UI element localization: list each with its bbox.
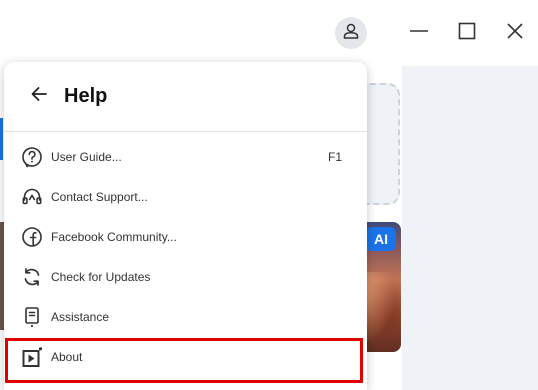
menu-item-facebook-community[interactable]: Facebook Community...: [4, 217, 367, 257]
menu-label: Assistance: [51, 310, 110, 324]
menu-label: Check for Updates: [51, 270, 151, 284]
user-icon: [342, 22, 360, 45]
maximize-button[interactable]: [452, 18, 482, 48]
close-button[interactable]: [500, 18, 530, 48]
maximize-icon: [457, 21, 477, 46]
facebook-icon: [20, 225, 44, 249]
document-icon: [20, 305, 44, 329]
menu-item-user-guide[interactable]: User Guide... F1: [4, 137, 367, 177]
menu-item-about[interactable]: About: [4, 337, 367, 377]
arrow-left-icon: [29, 84, 49, 109]
minimize-icon: [409, 21, 429, 46]
close-icon: [505, 21, 525, 46]
menu-item-check-updates[interactable]: Check for Updates: [4, 257, 367, 297]
menu-item-assistance[interactable]: Assistance: [4, 297, 367, 337]
ai-badge: AI: [366, 227, 396, 251]
menu-label: About: [51, 350, 83, 364]
menu-item-contact-support[interactable]: Contact Support...: [4, 177, 367, 217]
question-bubble-icon: [20, 145, 44, 169]
selected-accent-bar: [0, 118, 3, 160]
headset-icon: [20, 185, 44, 209]
menu-label: User Guide...: [51, 150, 122, 164]
back-button[interactable]: [24, 82, 54, 112]
account-button[interactable]: [335, 17, 367, 49]
play-info-icon: [20, 345, 44, 369]
menu-label: Contact Support...: [51, 190, 148, 204]
help-menu-panel: Help User Guide... F1 Contact Support...: [4, 62, 367, 390]
minimize-button[interactable]: [404, 18, 434, 48]
right-pane: [402, 66, 538, 390]
menu-label: Facebook Community...: [51, 230, 177, 244]
help-menu-header: Help: [4, 62, 367, 132]
refresh-icon: [20, 265, 44, 289]
help-menu-title: Help: [64, 85, 108, 107]
menu-shortcut: F1: [327, 150, 342, 164]
